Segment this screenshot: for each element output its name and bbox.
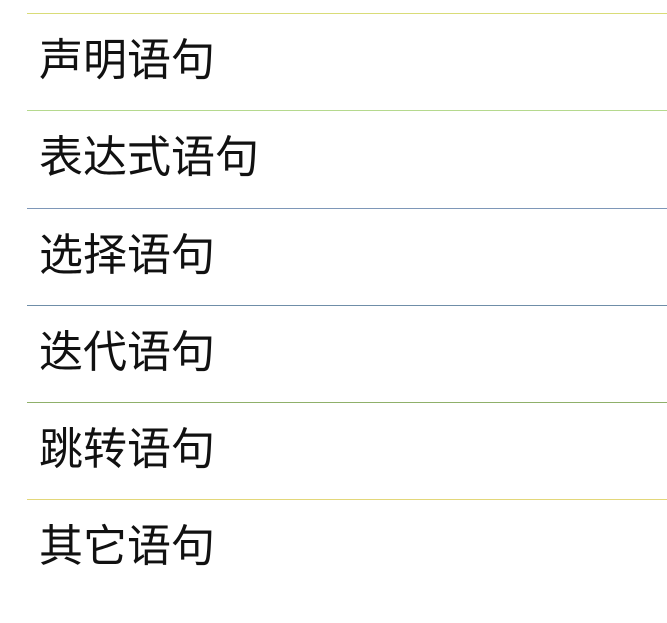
divider-6	[27, 499, 667, 500]
divider-3	[27, 208, 667, 209]
item-label-expression: 表达式语句	[39, 132, 259, 183]
divider-2	[27, 110, 667, 111]
statement-list: 声明语句 表达式语句 选择语句 迭代语句 跳转语句 其它语句	[27, 0, 667, 623]
item-label-selection: 选择语句	[39, 230, 215, 281]
item-label-iteration: 迭代语句	[39, 327, 215, 378]
item-label-declaration: 声明语句	[39, 35, 215, 86]
divider-5	[27, 402, 667, 403]
divider-4	[27, 305, 667, 306]
item-label-other: 其它语句	[39, 521, 215, 572]
divider-1	[27, 13, 667, 14]
item-label-jump: 跳转语句	[39, 424, 215, 475]
